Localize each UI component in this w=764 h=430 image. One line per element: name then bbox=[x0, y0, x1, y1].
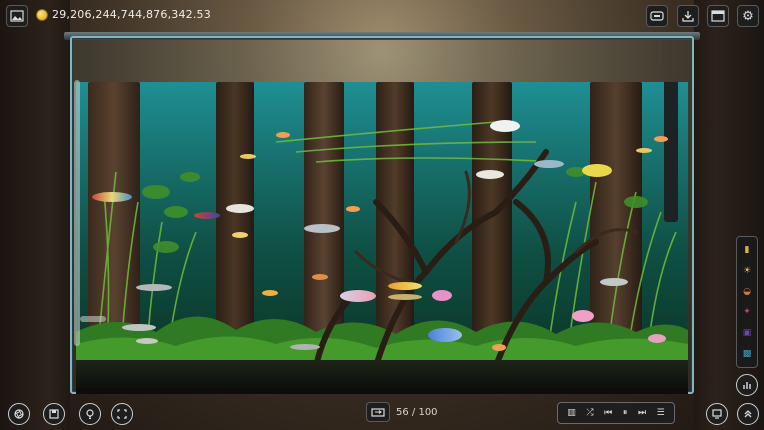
light-button[interactable] bbox=[79, 403, 101, 425]
fish[interactable] bbox=[600, 278, 628, 286]
expand-up-icon bbox=[742, 408, 754, 420]
fish[interactable] bbox=[388, 282, 422, 290]
gallery-icon bbox=[10, 10, 24, 22]
sun-icon[interactable]: ☀ bbox=[741, 265, 753, 277]
pause-icon[interactable]: ⏸ bbox=[623, 408, 628, 418]
camera-button[interactable] bbox=[8, 403, 30, 425]
fish[interactable] bbox=[122, 324, 156, 331]
fish-counter: 56 / 100 bbox=[366, 402, 438, 422]
fish[interactable] bbox=[92, 192, 132, 202]
dusk-icon[interactable]: ✦ bbox=[741, 306, 753, 318]
fish[interactable] bbox=[226, 204, 254, 213]
display-icon bbox=[711, 408, 723, 420]
night-icon[interactable]: ▣ bbox=[741, 327, 753, 339]
fish[interactable] bbox=[136, 338, 158, 344]
playlist-icon[interactable]: ☰ bbox=[657, 408, 665, 418]
sunset-icon[interactable]: ◒ bbox=[741, 286, 753, 298]
camera-shutter-icon bbox=[13, 408, 25, 420]
gallery-button[interactable] bbox=[6, 5, 28, 27]
download-icon bbox=[681, 10, 695, 22]
settings-button[interactable]: ⚙ bbox=[737, 5, 759, 27]
fish-count-text: 56 / 100 bbox=[396, 406, 438, 418]
moon-icon[interactable]: ▩ bbox=[741, 348, 753, 360]
save-icon bbox=[48, 408, 60, 420]
fish[interactable] bbox=[428, 328, 462, 342]
fish[interactable] bbox=[232, 232, 248, 238]
fish[interactable] bbox=[490, 120, 520, 132]
equalizer-icon[interactable]: ▥ bbox=[567, 408, 576, 418]
aquarium-substrate bbox=[76, 360, 688, 388]
fish[interactable] bbox=[276, 132, 290, 138]
currency-display: 29,206,244,744,876,342.53 bbox=[36, 8, 211, 21]
fish[interactable] bbox=[476, 170, 504, 179]
fish[interactable] bbox=[432, 290, 452, 301]
fish[interactable] bbox=[290, 344, 320, 350]
fullscreen-button[interactable] bbox=[111, 403, 133, 425]
fish[interactable] bbox=[136, 284, 172, 291]
light-bulb-icon bbox=[84, 408, 96, 420]
fish[interactable] bbox=[492, 344, 506, 351]
fullscreen-icon bbox=[116, 408, 128, 420]
fish[interactable] bbox=[388, 294, 422, 300]
fish[interactable] bbox=[582, 164, 612, 177]
tank-swap-icon bbox=[371, 406, 385, 418]
save-button[interactable] bbox=[43, 403, 65, 425]
intake-hose bbox=[80, 316, 106, 322]
currency-amount: 29,206,244,744,876,342.53 bbox=[52, 8, 211, 21]
expand-button[interactable] bbox=[737, 403, 759, 425]
next-icon[interactable]: ⏭ bbox=[638, 408, 646, 418]
fish[interactable] bbox=[654, 136, 668, 142]
aquarium-water bbox=[76, 82, 688, 366]
intake-hose bbox=[74, 80, 80, 346]
fish[interactable] bbox=[648, 334, 666, 343]
tank-swap-button[interactable] bbox=[366, 402, 390, 422]
aquarium-stand bbox=[76, 388, 688, 394]
stats-icon bbox=[741, 379, 753, 391]
fish[interactable] bbox=[346, 206, 360, 212]
previous-icon[interactable]: ⏮ bbox=[604, 408, 612, 418]
shuffle-icon[interactable]: ⤮ bbox=[586, 408, 593, 418]
fish[interactable] bbox=[340, 290, 376, 302]
fish[interactable] bbox=[312, 274, 328, 280]
fish[interactable] bbox=[194, 212, 220, 219]
download-button[interactable] bbox=[677, 5, 699, 27]
fish[interactable] bbox=[572, 310, 594, 322]
gear-icon: ⚙ bbox=[742, 8, 754, 24]
gold-coin-icon bbox=[36, 8, 48, 21]
time-of-day-panel: ▮ ☀ ◒ ✦ ▣ ▩ bbox=[736, 236, 758, 368]
aquarium-plants bbox=[76, 121, 688, 366]
fish[interactable] bbox=[304, 224, 340, 233]
tank-shop-icon bbox=[650, 10, 664, 22]
window-icon bbox=[711, 10, 725, 22]
window-button[interactable] bbox=[707, 5, 729, 27]
fish[interactable] bbox=[636, 148, 652, 153]
music-player: ▥ ⤮ ⏮ ⏸ ⏭ ☰ bbox=[557, 402, 675, 424]
fish[interactable] bbox=[240, 154, 256, 159]
tank-shop-button[interactable] bbox=[646, 5, 668, 27]
stats-button[interactable] bbox=[736, 374, 758, 396]
fish[interactable] bbox=[534, 160, 564, 168]
display-button[interactable] bbox=[706, 403, 728, 425]
time-day-icon[interactable]: ▮ bbox=[741, 244, 753, 256]
fish[interactable] bbox=[262, 290, 278, 296]
